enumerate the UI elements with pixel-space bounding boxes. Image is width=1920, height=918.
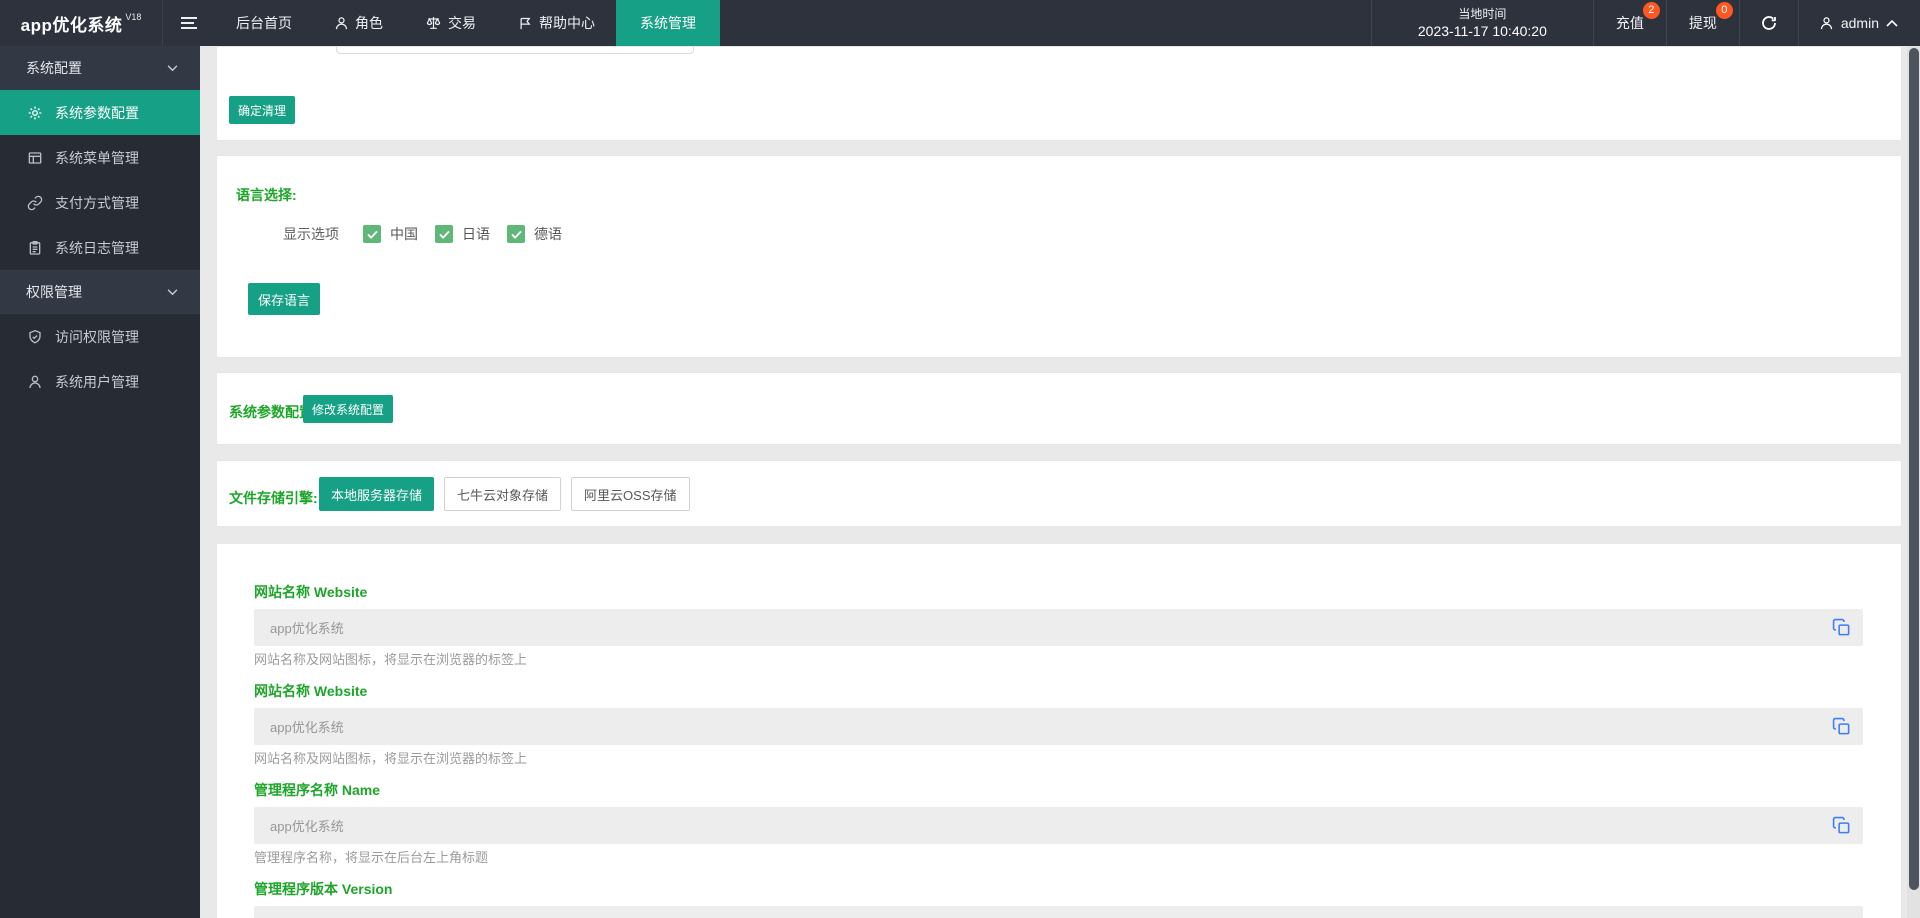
- checkbox-checked-icon[interactable]: [435, 225, 453, 243]
- recharge-button[interactable]: 充值 2: [1592, 0, 1666, 46]
- user-icon: [1819, 16, 1834, 31]
- main-content: 确定清理 语言选择: 显示选项 中国 日语 德语 保存语言 系统参数配置: 修改…: [200, 46, 1907, 918]
- withdraw-badge: 0: [1715, 2, 1733, 19]
- sidebar-item-system-users[interactable]: 系统用户管理: [0, 359, 200, 404]
- nav-item-help-center[interactable]: 帮助中心: [497, 0, 616, 46]
- nav-item-dashboard[interactable]: 后台首页: [215, 0, 313, 46]
- sidebar-item-system-logs[interactable]: 系统日志管理: [0, 225, 200, 270]
- local-time: 当地时间 2023-11-17 10:40:20: [1370, 0, 1593, 46]
- clipboard-icon: [27, 240, 43, 256]
- page-scrollbar[interactable]: [1907, 46, 1920, 918]
- field-label: 网站名称 Website: [254, 683, 368, 699]
- sidebar-item-payment-methods[interactable]: 支付方式管理: [0, 180, 200, 225]
- app-root: app优化系统 V18 后台首页 角色 交易 帮助中心 系统管理 当地时间 20…: [0, 0, 1920, 918]
- app-logo: app优化系统 V18: [0, 0, 163, 46]
- field-label: 管理程序版本 Version: [254, 881, 393, 897]
- website-name-input-2[interactable]: [254, 708, 1863, 745]
- settings-form-card: 网站名称 Website 网站名称及网站图标，将显示在浏览器的标签上 网站名称 …: [216, 543, 1902, 918]
- language-option-japanese[interactable]: 日语: [435, 224, 490, 244]
- window-icon: [27, 150, 43, 166]
- field-hint: 网站名称及网站图标，将显示在浏览器的标签上: [254, 751, 528, 766]
- storage-option-qiniu-button[interactable]: 七牛云对象存储: [444, 477, 562, 511]
- copy-icon[interactable]: [1832, 618, 1851, 637]
- form-field-admin-version: 管理程序版本 Version: [254, 881, 1863, 918]
- cleanup-card: 确定清理: [216, 46, 1902, 141]
- top-navigation: 后台首页 角色 交易 帮助中心 系统管理: [215, 0, 720, 46]
- chevron-down-icon: [167, 64, 178, 72]
- language-options-row: 显示选项 中国 日语 德语: [283, 222, 579, 246]
- withdraw-button[interactable]: 提现 0: [1665, 0, 1739, 46]
- storage-engine-label: 文件存储引擎:: [229, 490, 318, 506]
- gear-icon: [27, 105, 43, 121]
- confirm-cleanup-button[interactable]: 确定清理: [229, 96, 296, 124]
- admin-name-input[interactable]: [254, 807, 1863, 844]
- field-hint: 管理程序名称，将显示在后台左上角标题: [254, 850, 489, 865]
- copy-icon[interactable]: [1832, 717, 1851, 736]
- sidebar-item-system-params[interactable]: 系统参数配置: [0, 90, 200, 135]
- scales-icon: [425, 15, 442, 31]
- user-icon: [27, 374, 43, 390]
- storage-option-local-button[interactable]: 本地服务器存储: [319, 477, 435, 511]
- field-label: 网站名称 Website: [254, 584, 368, 600]
- storage-engine-card: 文件存储引擎: 本地服务器存储 七牛云对象存储 阿里云OSS存储: [216, 460, 1902, 527]
- save-language-button[interactable]: 保存语言: [248, 283, 321, 315]
- sidebar: 系统配置 系统参数配置 系统菜单管理 支付方式管理 系统日志管理 权限管理 访问…: [0, 46, 200, 918]
- nav-item-transactions[interactable]: 交易: [404, 0, 497, 46]
- copy-icon[interactable]: [1832, 816, 1851, 835]
- language-card: 语言选择: 显示选项 中国 日语 德语 保存语言: [216, 155, 1902, 358]
- local-time-label: 当地时间: [1458, 7, 1507, 21]
- field-hint: 网站名称及网站图标，将显示在浏览器的标签上: [254, 652, 528, 667]
- checkbox-checked-icon[interactable]: [507, 225, 525, 243]
- topbar: app优化系统 V18 后台首页 角色 交易 帮助中心 系统管理 当地时间 20…: [0, 0, 1920, 46]
- sidebar-item-access-permissions[interactable]: 访问权限管理: [0, 314, 200, 359]
- field-label: 管理程序名称 Name: [254, 782, 381, 798]
- sidebar-group-permissions[interactable]: 权限管理: [0, 270, 200, 314]
- website-name-input-1[interactable]: [254, 609, 1863, 646]
- username: admin: [1840, 15, 1879, 31]
- link-icon: [27, 195, 43, 211]
- flag-icon: [518, 16, 533, 31]
- storage-options-row: 本地服务器存储 七牛云对象存储 阿里云OSS存储: [319, 477, 690, 511]
- form-field-website-name-2: 网站名称 Website 网站名称及网站图标，将显示在浏览器的标签上: [254, 683, 1863, 767]
- storage-option-aliyun-oss-button[interactable]: 阿里云OSS存储: [571, 477, 690, 511]
- language-option-china[interactable]: 中国: [363, 224, 418, 244]
- scrollbar-thumb[interactable]: [1908, 48, 1919, 890]
- menu-toggle-icon[interactable]: [163, 0, 215, 46]
- user-menu[interactable]: admin: [1797, 0, 1920, 46]
- clipped-input[interactable]: [336, 47, 694, 54]
- system-param-card: 系统参数配置: 修改系统配置: [216, 372, 1902, 445]
- topbar-right: 当地时间 2023-11-17 10:40:20 充值 2 提现 0 admin: [1370, 0, 1920, 46]
- checkbox-checked-icon[interactable]: [363, 225, 381, 243]
- app-version: V18: [125, 12, 142, 22]
- language-option-german[interactable]: 德语: [507, 224, 562, 244]
- chevron-down-icon: [167, 288, 178, 296]
- modify-system-config-button[interactable]: 修改系统配置: [303, 395, 394, 423]
- user-icon: [334, 16, 349, 31]
- sidebar-item-system-menus[interactable]: 系统菜单管理: [0, 135, 200, 180]
- display-options-label: 显示选项: [283, 226, 339, 242]
- recharge-badge: 2: [1642, 2, 1660, 19]
- local-time-value: 2023-11-17 10:40:20: [1417, 23, 1547, 39]
- refresh-icon[interactable]: [1738, 0, 1798, 46]
- nav-item-roles[interactable]: 角色: [313, 0, 404, 46]
- app-title: app优化系统: [20, 15, 123, 35]
- sidebar-group-system-config[interactable]: 系统配置: [0, 46, 200, 90]
- form-field-admin-name: 管理程序名称 Name 管理程序名称，将显示在后台左上角标题: [254, 782, 1863, 866]
- form-field-website-name-1: 网站名称 Website 网站名称及网站图标，将显示在浏览器的标签上: [254, 584, 1863, 668]
- admin-version-input[interactable]: [254, 906, 1863, 918]
- nav-item-system-management[interactable]: 系统管理: [616, 0, 720, 46]
- shield-check-icon: [27, 329, 43, 345]
- chevron-up-icon: [1886, 19, 1898, 27]
- language-select-label: 语言选择:: [236, 187, 297, 203]
